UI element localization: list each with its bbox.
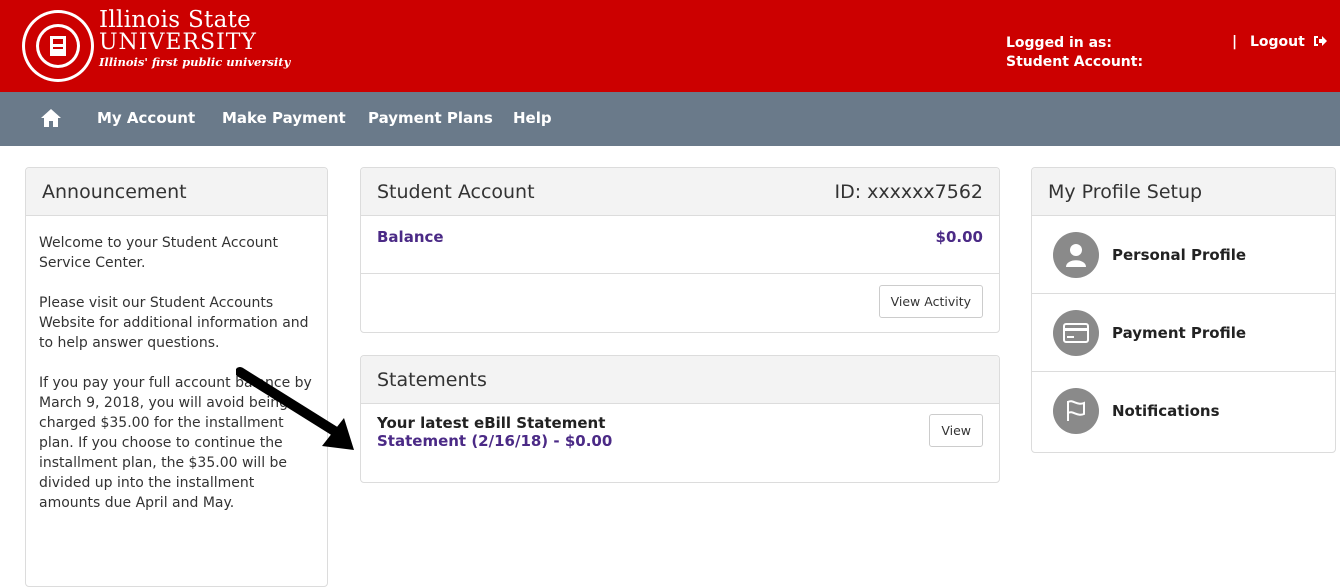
statements-header: Statements xyxy=(361,356,999,404)
announcement-paragraph: Please visit our Student Accounts Websit… xyxy=(39,295,309,351)
nav-help[interactable]: Help xyxy=(513,109,552,127)
brand-university: UNIVERSITY xyxy=(99,30,257,55)
flag-icon xyxy=(1053,388,1099,434)
balance-value: $0.00 xyxy=(935,228,983,246)
logout-link[interactable]: | Logout xyxy=(1232,34,1327,50)
profile-setup-header: My Profile Setup xyxy=(1032,168,1335,216)
view-statement-button[interactable]: View xyxy=(929,414,983,447)
logged-in-label: Logged in as: xyxy=(1006,35,1112,51)
view-activity-button[interactable]: View Activity xyxy=(878,285,983,318)
statement-row: Your latest eBill Statement Statement (2… xyxy=(361,404,999,482)
nav-my-account[interactable]: My Account xyxy=(97,109,195,127)
statements-title: Statements xyxy=(377,368,487,391)
nav-make-payment[interactable]: Make Payment xyxy=(222,109,346,127)
personal-profile-label: Personal Profile xyxy=(1112,245,1247,264)
login-info: Logged in as: Student Account: xyxy=(1006,34,1143,72)
latest-statement-label: Your latest eBill Statement xyxy=(377,414,606,432)
brand-name: Illinois State xyxy=(99,7,252,33)
personal-profile-link[interactable]: Personal Profile xyxy=(1032,216,1335,294)
university-seal-logo[interactable] xyxy=(20,8,96,84)
brand-tagline: Illinois' first public university xyxy=(99,55,291,69)
university-wordmark[interactable]: Illinois State UNIVERSITY Illinois' firs… xyxy=(99,8,290,70)
logout-icon[interactable] xyxy=(1313,35,1327,47)
top-header: Illinois State UNIVERSITY Illinois' firs… xyxy=(0,0,1340,92)
statement-link[interactable]: Statement (2/16/18) - $0.00 xyxy=(377,432,983,450)
student-id: ID: xxxxxx7562 xyxy=(834,180,984,203)
main-nav: My Account Make Payment Payment Plans He… xyxy=(0,92,1340,146)
balance-label: Balance xyxy=(377,228,444,246)
payment-profile-link[interactable]: Payment Profile xyxy=(1032,294,1335,372)
balance-row: Balance $0.00 xyxy=(361,216,999,274)
announcement-header: Announcement xyxy=(26,168,327,216)
payment-profile-label: Payment Profile xyxy=(1112,323,1247,342)
notifications-link[interactable]: Notifications xyxy=(1032,372,1335,450)
home-icon[interactable] xyxy=(40,108,62,128)
notifications-label: Notifications xyxy=(1112,402,1220,420)
student-account-header: Student Account ID: xxxxxx7562 xyxy=(361,168,999,216)
annotation-arrow-icon xyxy=(236,367,354,450)
separator: | xyxy=(1232,34,1238,50)
announcement-title: Announcement xyxy=(42,180,187,203)
profile-setup-title: My Profile Setup xyxy=(1048,180,1203,203)
credit-card-icon xyxy=(1053,309,1099,356)
student-account-label: Student Account: xyxy=(1006,54,1144,70)
student-account-title: Student Account xyxy=(377,180,535,203)
person-icon xyxy=(1053,231,1099,278)
student-account-panel: Student Account ID: xxxxxx7562 Balance $… xyxy=(360,167,1000,333)
nav-payment-plans[interactable]: Payment Plans xyxy=(368,109,493,127)
activity-row: View Activity xyxy=(361,274,999,332)
announcement-paragraph: Welcome to your Student Account Service … xyxy=(39,235,279,271)
logout-label[interactable]: Logout xyxy=(1250,34,1305,50)
profile-setup-panel: My Profile Setup Personal Profile Paymen… xyxy=(1031,167,1336,453)
statements-panel: Statements Your latest eBill Statement S… xyxy=(360,355,1000,483)
